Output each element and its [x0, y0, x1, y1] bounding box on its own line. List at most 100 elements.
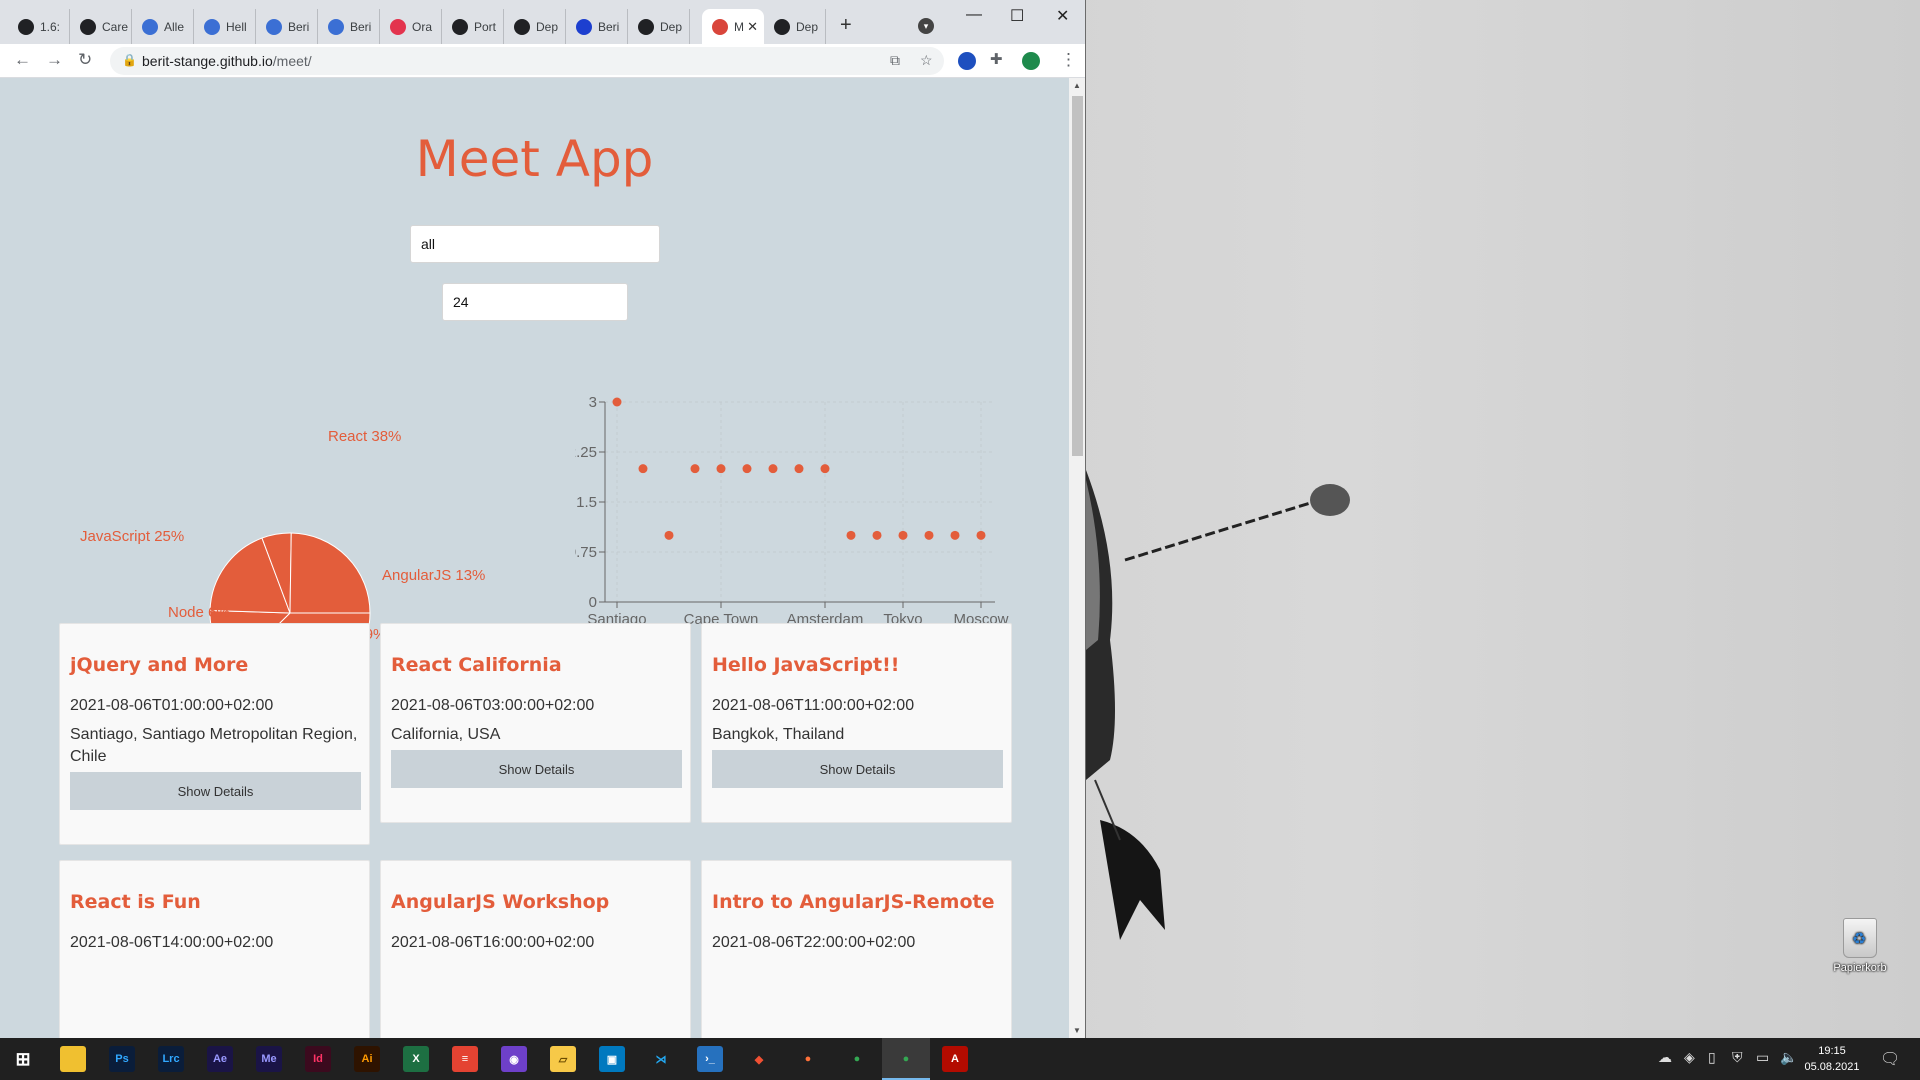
event-date: 2021-08-06T14:00:00+02:00 [70, 934, 274, 951]
trello-icon[interactable]: ▣ [599, 1046, 625, 1072]
event-card: jQuery and More 2021-08-06T01:00:00+02:00… [59, 623, 370, 845]
system-clock[interactable]: 19:15 05.08.2021 [1804, 1043, 1860, 1075]
chrome-active-icon[interactable]: ● [893, 1046, 919, 1072]
tab-label: Care [102, 19, 129, 34]
browser-tab[interactable]: 1.6: [8, 9, 70, 44]
url-host: berit-stange.github.io [142, 53, 273, 69]
scatter-point [768, 464, 778, 474]
browser-tab[interactable]: Dep [504, 9, 566, 44]
show-details-button[interactable]: Show Details [391, 750, 682, 788]
pie-slice-label: Node 6% [168, 604, 230, 621]
address-bar[interactable]: 🔒 berit-stange.github.io/meet/ ⧉ ☆ [110, 47, 944, 75]
browser-tab[interactable]: Port [442, 9, 504, 44]
scatter-point [794, 464, 804, 474]
browser-tab[interactable]: Beri [566, 9, 628, 44]
pie-slice-label: AngularJS 13% [382, 567, 486, 584]
github-icon [452, 18, 468, 35]
show-details-button[interactable]: Show Details [70, 772, 361, 810]
scatter-point [638, 464, 648, 474]
bookmark-star-icon[interactable]: ☆ [920, 52, 933, 69]
scroll-down-arrow-icon[interactable]: ▼ [1073, 1026, 1081, 1035]
open-in-app-icon[interactable]: ⧉ [890, 52, 900, 69]
forward-icon[interactable]: → [46, 50, 63, 70]
url-path: /meet/ [272, 53, 312, 69]
browser-tab[interactable]: Care [70, 9, 132, 44]
browser-tab[interactable]: Dep [764, 9, 826, 44]
tab-label: Dep [796, 19, 819, 34]
tab-label: Alle [164, 19, 185, 34]
clock-time: 19:15 [1818, 1045, 1846, 1057]
excel-icon[interactable]: X [403, 1046, 429, 1072]
event-date: 2021-08-06T22:00:00+02:00 [712, 934, 916, 951]
scrollbar-thumb[interactable] [1072, 96, 1083, 456]
tab-search-icon[interactable]: ▾ [918, 18, 934, 34]
close-window-button[interactable]: ✕ [1056, 6, 1069, 26]
browser-tab[interactable]: Dep [628, 9, 690, 44]
c-icon [204, 18, 220, 35]
gmail-icon [712, 18, 728, 35]
browser-tab[interactable]: Alle [132, 9, 194, 44]
sticky-notes-icon[interactable]: ▱ [550, 1046, 576, 1072]
page-scrollbar[interactable]: ▲ ▼ [1069, 78, 1085, 1038]
browser-tab[interactable]: Ora [380, 9, 442, 44]
event-title: React California [391, 654, 562, 676]
event-date: 2021-08-06T16:00:00+02:00 [391, 934, 595, 951]
windows-start-icon[interactable]: ⊞ [8, 1046, 38, 1072]
chrome-icon[interactable]: ● [844, 1046, 870, 1072]
notification-center-icon[interactable]: 🗨 [1880, 1049, 1900, 1069]
new-tab-button[interactable]: + [840, 14, 852, 37]
maximize-button[interactable]: ☐ [1010, 6, 1024, 26]
scroll-up-arrow-icon[interactable]: ▲ [1073, 81, 1081, 90]
scatter-point [820, 464, 830, 474]
tab-label: Beri [288, 19, 310, 34]
lightroom-classic-icon[interactable]: Lrc [158, 1046, 184, 1072]
reload-icon[interactable]: ↻ [78, 50, 92, 70]
todoist-icon[interactable]: ≡ [452, 1046, 478, 1072]
firefox-icon[interactable]: ● [795, 1046, 821, 1072]
back-icon[interactable]: ← [14, 50, 31, 70]
dropbox-icon[interactable]: ◈ [1684, 1049, 1695, 1066]
menu-kebab-icon[interactable]: ⋮ [1060, 50, 1077, 70]
illustrator-icon[interactable]: Ai [354, 1046, 380, 1072]
y-tick-label: 0.75 [575, 544, 597, 561]
scatter-point [924, 530, 934, 540]
event-date: 2021-08-06T01:00:00+02:00 [70, 697, 274, 714]
browser-window: 1.6: Care Alle Hell Beri Beri Ora Port Dep Beri De… [0, 0, 1086, 1038]
browser-tab[interactable]: Hell [194, 9, 256, 44]
event-title: Hello JavaScript!! [712, 654, 900, 676]
extension-icon[interactable] [958, 52, 976, 70]
browser-tab[interactable]: Beri [256, 9, 318, 44]
indesign-icon[interactable]: Id [305, 1046, 331, 1072]
media-encoder-icon[interactable]: Me [256, 1046, 282, 1072]
profile-avatar[interactable] [1022, 52, 1040, 70]
file-explorer-icon[interactable] [60, 1046, 86, 1072]
y-tick-label: 2.25 [575, 444, 597, 461]
onedrive-icon[interactable]: ☁ [1658, 1049, 1672, 1066]
show-details-button[interactable]: Show Details [712, 750, 1003, 788]
city-search-input[interactable]: all [410, 225, 660, 263]
acrobat-icon[interactable]: A [942, 1046, 968, 1072]
github-desktop-icon[interactable]: ◉ [501, 1046, 527, 1072]
cf-icon [80, 18, 96, 35]
vscode-icon[interactable]: ⋊ [648, 1046, 674, 1072]
number-of-events-input[interactable]: 24 [442, 283, 628, 321]
volume-icon[interactable]: 🔈 [1780, 1049, 1797, 1066]
event-card: React is Fun 2021-08-06T14:00:00+02:00 [59, 860, 370, 1038]
c-icon [266, 18, 282, 35]
c-icon [142, 18, 158, 35]
browser-tab[interactable]: M ✕ [702, 9, 764, 44]
powershell-icon[interactable]: ›_ [697, 1046, 723, 1072]
photoshop-icon[interactable]: Ps [109, 1046, 135, 1072]
security-shield-icon[interactable]: ⛨ [1732, 1049, 1743, 1066]
browser-tab[interactable]: Beri [318, 9, 380, 44]
usb-icon[interactable]: ▯ [1708, 1049, 1716, 1066]
recycle-bin-icon[interactable]: Papierkorb [1820, 918, 1900, 974]
y-tick-label: 3 [589, 394, 597, 411]
tab-label: Dep [536, 19, 559, 34]
git-icon[interactable]: ◆ [746, 1046, 772, 1072]
after-effects-icon[interactable]: Ae [207, 1046, 233, 1072]
extensions-puzzle-icon[interactable]: ✚ [990, 50, 1003, 68]
minimize-button[interactable]: — [966, 6, 982, 24]
close-tab-icon[interactable]: ✕ [747, 19, 758, 35]
network-icon[interactable]: ▭ [1756, 1049, 1769, 1066]
